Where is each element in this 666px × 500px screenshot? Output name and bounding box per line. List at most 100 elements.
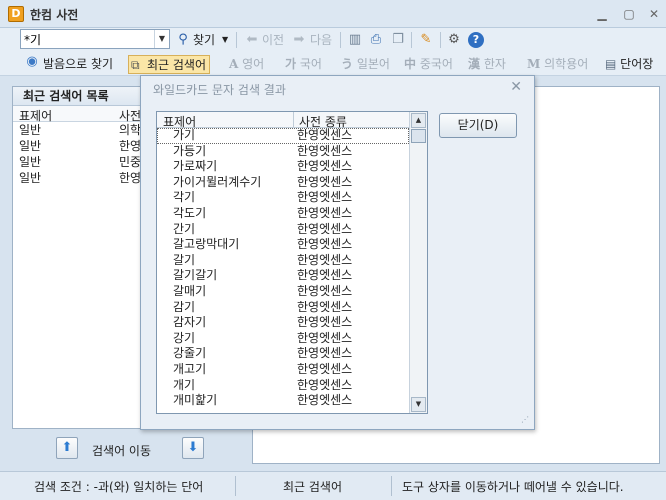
result-dict: 한영엣센스 [297, 190, 353, 205]
result-row[interactable]: 강줄기 한영엣센스 [157, 346, 409, 362]
find-button[interactable]: 찾기 [193, 30, 215, 50]
move-up-button[interactable]: ⬆ [56, 437, 78, 459]
tab-hanja-label: 한자 [483, 57, 506, 71]
result-dict: 한영엣센스 [297, 252, 353, 267]
move-down-button[interactable]: ⬇ [182, 437, 204, 459]
separator [340, 32, 341, 48]
result-headword: 가이거뮐러계수기 [173, 174, 262, 189]
result-dict: 한영엣센스 [297, 361, 353, 376]
result-headword: 개미핥기 [173, 393, 218, 408]
close-icon[interactable]: ✕ [510, 79, 522, 95]
result-row[interactable]: 갈기 한영엣센스 [157, 253, 409, 269]
pronounce-search-button[interactable]: 발음으로 찾기 [40, 55, 116, 74]
result-headword: 간기 [173, 221, 196, 236]
result-row[interactable]: 갈기갈기 한영엣센스 [157, 268, 409, 284]
scroll-thumb[interactable] [411, 129, 426, 143]
title-bar: D 한컴 사전 ▁ ▢ ✕ [0, 0, 666, 28]
scrollbar[interactable]: ▲ ▼ [409, 112, 427, 413]
separator [235, 476, 236, 496]
result-dict: 한영엣센스 [297, 221, 353, 236]
tab-english[interactable]: A 영어 [226, 55, 267, 74]
find-dropdown-icon[interactable]: ▼ [222, 30, 228, 50]
notebook-icon: ▤ [605, 57, 617, 71]
result-row[interactable]: 가로짜기 한영엣센스 [157, 159, 409, 175]
result-headword: 갈기갈기 [173, 268, 218, 283]
dictionary-toolbar: ◉ 발음으로 찾기 ⧉ 최근 검색어 A 영어 가 국어 う 일본어 中 중국어 … [0, 52, 666, 76]
result-row[interactable]: 감자기 한영엣센스 [157, 315, 409, 331]
resize-grip-icon[interactable]: ⋰ [521, 416, 531, 426]
tab-hanja[interactable]: 漢 한자 [465, 55, 509, 74]
result-row[interactable]: 가등기 한영엣센스 [157, 144, 409, 160]
result-dict: 한영엣센스 [297, 346, 353, 361]
window-title: 한컴 사전 [30, 8, 79, 22]
item-dict: 한영 [119, 171, 142, 185]
item-dict: 한영 [119, 139, 142, 153]
separator [391, 476, 392, 496]
dialog-title: 와일드카드 문자 검색 결과 [153, 83, 286, 97]
binoculars-icon: ⚲ [178, 32, 188, 47]
prev-button[interactable]: 이전 [262, 30, 284, 50]
magic-wand-icon[interactable]: ✎ [418, 32, 434, 48]
result-row[interactable]: 각도기 한영엣센스 [157, 206, 409, 222]
gear-icon[interactable]: ⚙ [446, 32, 462, 48]
minimize-icon[interactable]: ▁ [595, 7, 609, 21]
arrow-right-icon: ➡ [293, 32, 305, 47]
result-dict: 한영엣센스 [297, 205, 353, 220]
main-toolbar: ▼ ⚲ 찾기 ▼ ⬅ 이전 ➡ 다음 ▥ ⎙ ❐ ✎ ⚙ ? [0, 28, 666, 52]
status-hint: 도구 상자를 이동하거나 떼어낼 수 있습니다. [402, 480, 624, 494]
result-header: 표제어 사전 종류 [157, 112, 427, 129]
result-row[interactable]: 각기 한영엣센스 [157, 190, 409, 206]
copy-icon[interactable]: ❐ [390, 32, 406, 48]
tab-medical-label: 의학용어 [544, 57, 589, 71]
wildcard-result-dialog: 와일드카드 문자 검색 결과 ✕ 표제어 사전 종류 가기 한영엣센스 가등기 한영엣… [140, 75, 535, 430]
result-row[interactable]: 갈매기 한영엣센스 [157, 284, 409, 300]
result-list[interactable]: 가기 한영엣센스 가등기 한영엣센스 가로짜기 한영엣센스 가이거뮐러계수기 한영엣센스 각기 한… [157, 128, 409, 413]
tab-japanese[interactable]: う 일본어 [338, 55, 393, 74]
letter-m-icon: M [527, 57, 541, 71]
tab-medical[interactable]: M 의학용어 [524, 55, 591, 74]
print-icon[interactable]: ⎙ [368, 32, 384, 48]
tab-chinese[interactable]: 中 중국어 [401, 55, 456, 74]
tab-english-label: 영어 [242, 57, 265, 71]
result-dict: 한영엣센스 [297, 393, 353, 408]
result-row[interactable]: 강기 한영엣센스 [157, 331, 409, 347]
result-headword: 갈매기 [173, 283, 207, 298]
help-icon[interactable]: ? [468, 32, 484, 48]
result-row[interactable]: 개미핥기 한영엣센스 [157, 393, 409, 409]
result-row[interactable]: 개고기 한영엣센스 [157, 362, 409, 378]
tab-korean[interactable]: 가 국어 [282, 55, 325, 74]
result-headword: 가등기 [173, 143, 207, 158]
item-dict: 의학 [119, 123, 142, 137]
recent-search-button[interactable]: ⧉ 최근 검색어 [128, 55, 211, 74]
result-headword: 각기 [173, 190, 196, 205]
result-list-box: 표제어 사전 종류 가기 한영엣센스 가등기 한영엣센스 가로짜기 한영엣센스 가이거뮐러계… [156, 111, 428, 414]
search-combobox[interactable]: ▼ [20, 29, 170, 49]
result-row[interactable]: 감기 한영엣센스 [157, 300, 409, 316]
letter-a-icon: A [229, 57, 239, 71]
tab-chinese-label: 중국어 [419, 57, 453, 71]
result-headword: 각도기 [173, 205, 207, 220]
result-row[interactable]: 갈고랑막대기 한영엣센스 [157, 237, 409, 253]
chevron-down-icon[interactable]: ▼ [154, 30, 169, 48]
result-headword: 개고기 [173, 361, 207, 376]
arrow-left-icon: ⬅ [246, 32, 258, 47]
result-row[interactable]: 가이거뮐러계수기 한영엣센스 [157, 175, 409, 191]
result-row[interactable]: 간기 한영엣센스 [157, 222, 409, 238]
scroll-up-icon[interactable]: ▲ [411, 113, 426, 128]
maximize-icon[interactable]: ▢ [622, 7, 636, 21]
result-dict: 한영엣센스 [297, 174, 353, 189]
column-divider[interactable] [293, 112, 294, 128]
status-mode: 최근 검색어 [283, 480, 343, 494]
next-button[interactable]: 다음 [310, 30, 332, 50]
result-headword: 감기 [173, 299, 196, 314]
panel-layout-icon[interactable]: ▥ [347, 32, 363, 48]
status-condition: 검색 조건 : -과(와) 일치하는 단어 [34, 480, 204, 494]
result-row[interactable]: 개기 한영엣센스 [157, 378, 409, 394]
result-row[interactable]: 가기 한영엣센스 [157, 128, 409, 144]
close-icon[interactable]: ✕ [647, 7, 661, 21]
scroll-down-icon[interactable]: ▼ [411, 397, 426, 412]
search-input[interactable] [21, 30, 153, 48]
tab-wordbook[interactable]: ▤ 단어장 [602, 55, 656, 74]
result-headword: 강기 [173, 330, 196, 345]
close-button[interactable]: 닫기(D) [439, 113, 517, 138]
